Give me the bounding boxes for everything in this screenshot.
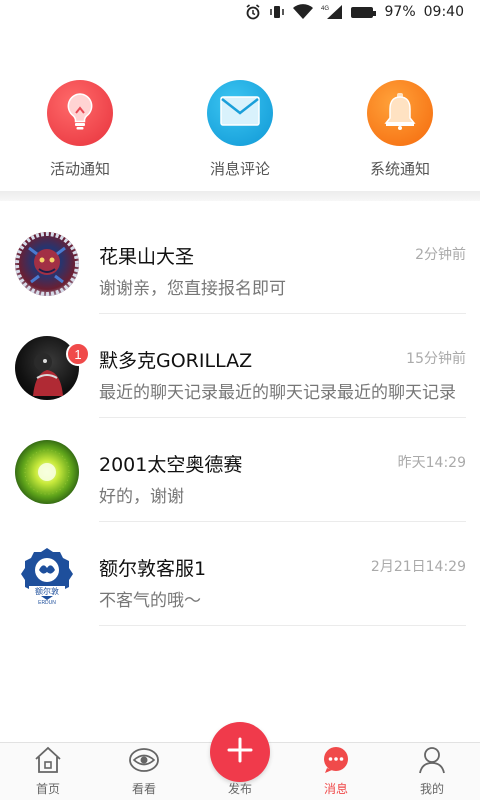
conversation-name: 默多克GORILLAZ xyxy=(99,350,253,372)
activity-notice-circle xyxy=(47,80,113,146)
nav-messages-label: 消息 xyxy=(323,782,348,796)
avatar xyxy=(15,440,79,504)
plus-icon xyxy=(226,736,254,768)
activity-notice-label: 活动通知 xyxy=(49,160,110,178)
message-comment-label: 消息评论 xyxy=(209,160,270,178)
eye-icon xyxy=(128,746,160,777)
nav-home-label: 首页 xyxy=(35,782,60,796)
conversation-name: 花果山大圣 xyxy=(99,246,195,268)
activity-notice-button[interactable]: 活动通知 xyxy=(0,80,160,190)
wifi-icon xyxy=(292,4,313,20)
section-divider xyxy=(0,191,480,201)
nav-home[interactable]: 首页 xyxy=(0,743,96,800)
conversation-item[interactable]: 2001太空奥德赛 昨天14:29 好的，谢谢 xyxy=(0,418,480,522)
svg-text:ERDUN: ERDUN xyxy=(38,600,56,606)
system-notice-circle xyxy=(367,80,433,146)
message-comment-circle xyxy=(207,80,273,146)
conversation-item[interactable]: 额尔敦 ERDUN 额尔敦客服1 2月21日14:29 不客气的哦～ xyxy=(0,522,480,626)
battery-icon xyxy=(350,6,376,18)
person-icon xyxy=(417,746,447,777)
avatar: 额尔敦 ERDUN xyxy=(15,544,79,608)
alarm-icon xyxy=(245,4,261,20)
chat-bubble-icon xyxy=(321,746,351,777)
nav-watch-label: 看看 xyxy=(131,782,156,796)
nav-publish-label: 发布 xyxy=(227,782,252,796)
conversation-time: 2月21日14:29 xyxy=(370,559,466,575)
notification-categories: 活动通知 消息评论 系统通知 xyxy=(0,80,480,190)
clock: 09:40 xyxy=(423,4,464,20)
conversation-name: 额尔敦客服1 xyxy=(99,558,207,580)
conversation-preview: 好的，谢谢 xyxy=(99,487,184,507)
conversation-name: 2001太空奥德赛 xyxy=(99,454,243,476)
nav-mine-label: 我的 xyxy=(419,782,444,796)
erdun-logo-image: 额尔敦 ERDUN xyxy=(21,548,73,606)
list-divider xyxy=(99,625,466,626)
conversation-time: 昨天14:29 xyxy=(397,455,466,471)
svg-text:额尔敦: 额尔敦 xyxy=(35,586,59,596)
battery-percent: 97% xyxy=(384,4,416,20)
system-notice-button[interactable]: 系统通知 xyxy=(320,80,480,190)
conversation-list: 花果山大圣 2分钟前 谢谢亲，您直接报名即可 1 默多克GORILLAZ 15分… xyxy=(0,210,480,626)
nav-mine[interactable]: 我的 xyxy=(384,743,480,800)
home-icon xyxy=(33,746,63,777)
avatar xyxy=(15,232,79,296)
cellular-signal-icon: 4G xyxy=(321,4,343,20)
nav-messages[interactable]: 消息 xyxy=(288,743,384,800)
message-comment-button[interactable]: 消息评论 xyxy=(160,80,320,190)
conversation-preview: 最近的聊天记录最近的聊天记录最近的聊天记录 xyxy=(99,383,456,403)
bulb-icon xyxy=(63,91,97,135)
bell-icon xyxy=(382,92,418,134)
conversation-time: 2分钟前 xyxy=(415,247,466,263)
conversation-time: 15分钟前 xyxy=(406,351,466,367)
system-notice-label: 系统通知 xyxy=(369,160,430,178)
conversation-preview: 不客气的哦～ xyxy=(99,591,201,611)
conversation-preview: 谢谢亲，您直接报名即可 xyxy=(99,279,286,299)
status-bar: 4G 97% 09:40 xyxy=(0,0,480,24)
unread-badge: 1 xyxy=(66,342,90,366)
nav-watch[interactable]: 看看 xyxy=(96,743,192,800)
svg-text:4G: 4G xyxy=(321,6,329,12)
conversation-item[interactable]: 1 默多克GORILLAZ 15分钟前 最近的聊天记录最近的聊天记录最近的聊天记… xyxy=(0,314,480,418)
vibrate-icon xyxy=(269,4,285,20)
conversation-item[interactable]: 花果山大圣 2分钟前 谢谢亲，您直接报名即可 xyxy=(0,210,480,314)
envelope-icon xyxy=(220,96,260,130)
publish-button[interactable] xyxy=(210,722,270,782)
